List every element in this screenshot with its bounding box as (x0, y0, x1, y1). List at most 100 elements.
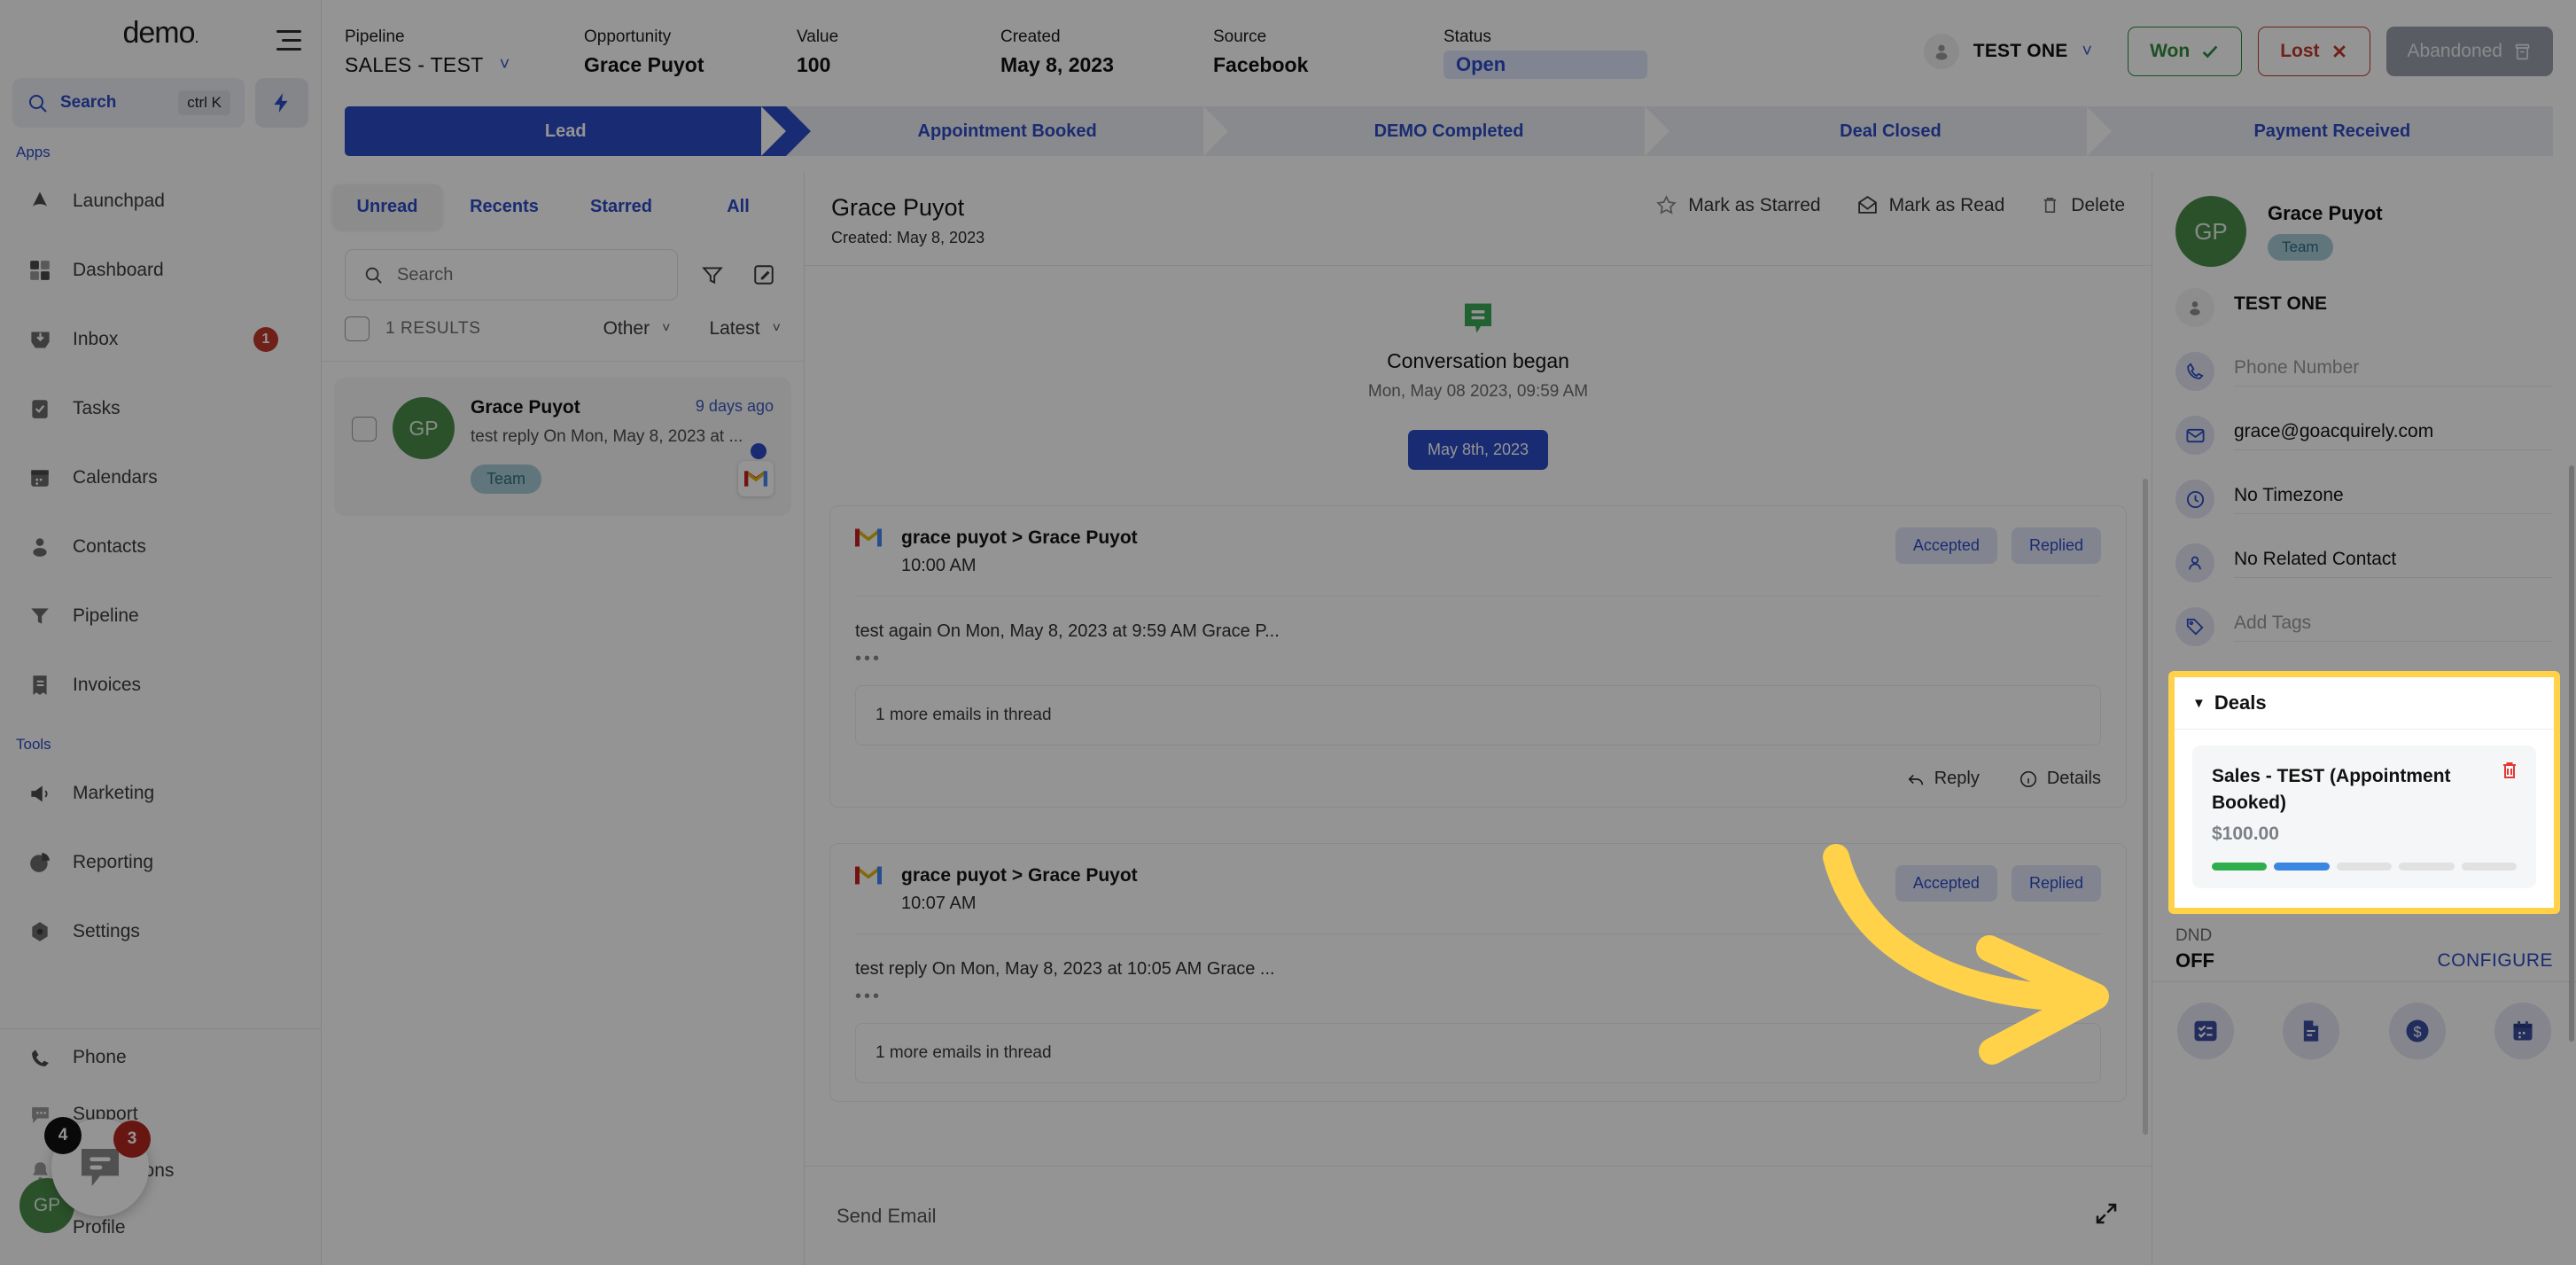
thread-messages: Conversation began Mon, May 08 2023, 09:… (805, 266, 2152, 1166)
more-emails-in-thread[interactable]: 1 more emails in thread (855, 1023, 2101, 1083)
tab-all[interactable]: All (683, 184, 793, 230)
conversation-search-input[interactable]: Search (345, 249, 678, 301)
tab-starred[interactable]: Starred (566, 184, 676, 230)
sidebar-item-marketing[interactable]: Marketing (0, 759, 321, 828)
thread-scrollbar[interactable] (2143, 479, 2148, 1135)
progress-segment (2336, 863, 2393, 871)
mark-as-starred-button[interactable]: Mark as Starred (1655, 194, 1821, 216)
filter-type-value: Other (603, 318, 650, 339)
sidebar-item-label: Inbox (73, 329, 119, 349)
more-emails-in-thread[interactable]: 1 more emails in thread (855, 685, 2101, 746)
tags-input[interactable]: Add Tags (2234, 613, 2553, 642)
info-icon (2020, 770, 2036, 787)
global-search-button[interactable]: Search ctrl K (12, 78, 245, 128)
contact-timezone-row: No Timezone (2152, 467, 2576, 531)
collapse-sidebar-icon[interactable] (271, 24, 301, 51)
stage-payment-received[interactable]: Payment Received (2086, 106, 2554, 156)
conversation-search-placeholder: Search (397, 264, 454, 285)
app-logo: demo. (122, 16, 198, 51)
stage-appointment-booked[interactable]: Appointment Booked (761, 106, 1254, 156)
expand-composer-icon[interactable] (2093, 1200, 2120, 1232)
tag-icon (2175, 607, 2214, 646)
select-all-checkbox[interactable] (345, 316, 370, 341)
sidebar-item-label: Launchpad (73, 191, 165, 211)
sidebar-item-calendars[interactable]: Calendars (0, 443, 321, 512)
stage-label: Appointment Booked (917, 121, 1097, 141)
related-contact-value[interactable]: No Related Contact (2234, 549, 2553, 578)
email-value[interactable]: grace@goacquirely.com (2234, 421, 2553, 450)
deals-list: Sales - TEST (Appointment Booked) $100.0… (2175, 730, 2554, 908)
deal-title: Sales - TEST (Appointment Booked) (2212, 766, 2451, 813)
calendar-icon[interactable] (2494, 1002, 2552, 1059)
mark-as-read-button[interactable]: Mark as Read (1856, 194, 2004, 216)
contact-header: GP Grace Puyot Team (2152, 173, 2576, 276)
thread-actions: Mark as Starred Mark as Read Delete (1655, 194, 2125, 216)
tab-unread[interactable]: Unread (332, 184, 442, 230)
email-expand-dots[interactable]: ••• (855, 649, 2101, 669)
contact-panel-scrollbar[interactable] (2569, 465, 2574, 1042)
progress-segment (2461, 863, 2518, 871)
tab-label: Starred (589, 196, 653, 216)
deals-header-label: Deals (2214, 691, 2267, 714)
sidebar-item-contacts[interactable]: Contacts (0, 512, 321, 582)
abandoned-button[interactable]: Abandoned (2385, 27, 2553, 76)
email-composer[interactable]: Send Email (805, 1166, 2152, 1265)
filter-type-dropdown[interactable]: Other ˅ (603, 318, 671, 340)
deal-progress (2212, 863, 2518, 871)
filter-icon[interactable] (696, 258, 729, 292)
delete-button[interactable]: Delete (2040, 195, 2125, 216)
won-button[interactable]: Won (2128, 27, 2243, 76)
conversation-checkbox[interactable] (352, 417, 377, 441)
stage-demo-completed[interactable]: DEMO Completed (1202, 106, 1695, 156)
email-status-chips: Accepted Replied (1895, 865, 2101, 902)
status-badge[interactable]: Open (1444, 51, 1647, 79)
tab-recents[interactable]: Recents (449, 184, 559, 230)
document-icon[interactable] (2283, 1002, 2340, 1059)
avatar: GP (2175, 196, 2246, 267)
header-value-label: Value (797, 27, 839, 46)
list-item[interactable]: GP Grace Puyot 9 days ago test reply On … (334, 378, 791, 516)
sidebar-item-inbox[interactable]: Inbox 1 (0, 305, 321, 374)
phone-input[interactable]: Phone Number (2234, 357, 2553, 387)
reply-button[interactable]: Reply (1906, 769, 1980, 789)
sidebar-item-tasks[interactable]: Tasks (0, 374, 321, 443)
stage-deal-closed[interactable]: Deal Closed (1645, 106, 2137, 156)
dollar-icon[interactable]: $ (2388, 1002, 2446, 1059)
support-chat-widget[interactable]: 4 3 (44, 1117, 151, 1216)
details-button[interactable]: Details (2019, 769, 2101, 789)
email-message: grace puyot > Grace Puyot 10:07 AM Accep… (829, 843, 2127, 1102)
lost-button[interactable]: Lost (2258, 27, 2370, 76)
email-from: grace puyot > Grace Puyot (901, 527, 1138, 548)
conversation-thread-panel: Grace Puyot Created: May 8, 2023 Mark as… (805, 173, 2152, 1265)
sidebar-item-pipeline[interactable]: Pipeline (0, 582, 321, 651)
deals-section-header[interactable]: ▼ Deals (2175, 677, 2554, 730)
sidebar-item-invoices[interactable]: Invoices (0, 651, 321, 720)
sidebar-item-phone[interactable]: Phone (0, 1029, 321, 1086)
quick-actions-bolt-button[interactable] (255, 78, 308, 128)
pipeline-selector[interactable]: SALES - TEST ˅ (345, 51, 584, 79)
stage-label: Lead (544, 121, 587, 141)
stage-lead[interactable]: Lead (345, 106, 812, 156)
compose-icon[interactable] (747, 258, 781, 292)
sidebar-item-launchpad[interactable]: Launchpad (0, 167, 321, 236)
owner-selector[interactable]: TEST ONE ˅ (1923, 34, 2092, 69)
conversation-search-row: Search (322, 240, 804, 301)
chevron-down-icon: ˅ (662, 321, 671, 336)
tab-label: Unread (356, 196, 418, 216)
deal-card[interactable]: Sales - TEST (Appointment Booked) $100.0… (2192, 746, 2536, 888)
conversation-preview: test reply On Mon, May 8, 2023 at ... (471, 427, 743, 446)
conversation-tag: Team (471, 464, 542, 494)
sidebar-item-settings[interactable]: Settings (0, 897, 321, 966)
sidebar-item-label: Calendars (73, 467, 158, 488)
tab-label: All (727, 196, 750, 216)
sidebar-item-label: Settings (73, 921, 140, 941)
timezone-value[interactable]: No Timezone (2234, 485, 2553, 514)
sidebar-item-reporting[interactable]: Reporting (0, 828, 321, 897)
email-expand-dots[interactable]: ••• (855, 987, 2101, 1007)
dnd-configure-button[interactable]: CONFIGURE (2438, 950, 2554, 972)
sort-dropdown[interactable]: Latest ˅ (709, 318, 781, 340)
sidebar-item-dashboard[interactable]: Dashboard (0, 236, 321, 305)
task-list-icon[interactable] (2176, 1002, 2234, 1059)
composer-placeholder: Send Email (837, 1204, 937, 1227)
delete-deal-icon[interactable] (2499, 760, 2520, 785)
